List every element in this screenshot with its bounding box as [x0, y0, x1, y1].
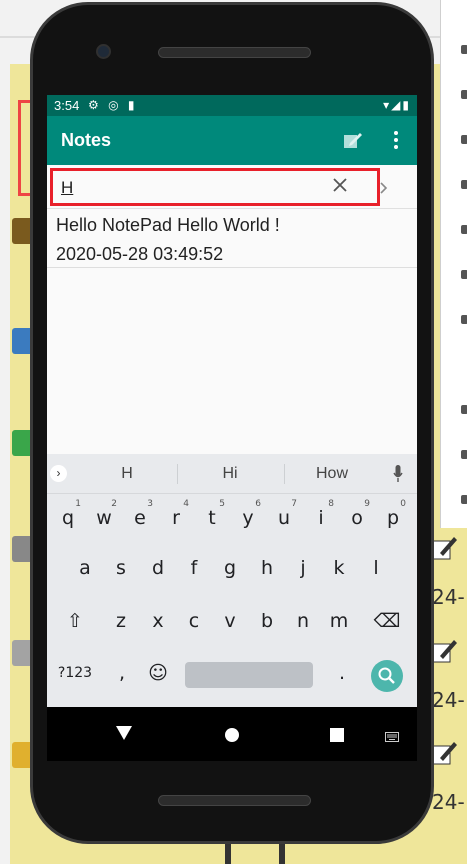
period-key[interactable]: . — [327, 651, 357, 695]
key-u-digit: 7 — [291, 499, 297, 509]
key-u[interactable]: u7 — [269, 496, 299, 540]
key-y-label: y — [242, 507, 254, 529]
search-bar: H — [47, 165, 417, 209]
background-side-panel — [440, 0, 467, 528]
back-icon[interactable] — [116, 726, 132, 740]
background-date-fragment: 24- — [432, 688, 465, 712]
key-o-digit: 9 — [364, 499, 370, 509]
key-i-digit: 8 — [328, 499, 334, 509]
suggestion-3[interactable]: How — [302, 465, 362, 483]
key-o[interactable]: o9 — [342, 496, 372, 540]
key-w[interactable]: w2 — [89, 496, 119, 540]
key-p[interactable]: p0 — [378, 496, 408, 540]
key-q[interactable]: q1 — [53, 496, 83, 540]
list-item[interactable]: Hello NotePad Hello World ! 2020-05-28 0… — [47, 209, 417, 268]
key-t-label: t — [208, 507, 216, 529]
key-z[interactable]: z — [106, 599, 136, 643]
key-r-label: r — [172, 507, 180, 529]
space-bar[interactable] — [185, 662, 313, 688]
key-o-label: o — [351, 507, 363, 529]
key-q-label: q — [61, 507, 75, 529]
key-h[interactable]: h — [252, 546, 282, 590]
phone-screen: 3:54 ⚙ ◎ ▮ ▾◢▮ Notes H Hello NotePad Hel… — [47, 95, 417, 761]
key-w-digit: 2 — [111, 499, 117, 509]
key-s[interactable]: s — [106, 546, 136, 590]
suggestion-strip: › H Hi How — [47, 454, 417, 494]
emoji-key[interactable]: ☺ — [143, 651, 173, 695]
key-q-digit: 1 — [75, 499, 81, 509]
background-date-fragment: 24- — [432, 585, 465, 609]
expand-suggestions-button[interactable]: › — [50, 465, 67, 482]
key-u-label: u — [277, 507, 291, 529]
background-red-frame — [18, 100, 30, 196]
key-l[interactable]: l — [361, 546, 391, 590]
status-bar: 3:54 ⚙ ◎ ▮ ▾◢▮ — [47, 95, 417, 116]
soft-keyboard: › H Hi How q1 w2 e3 r4 t5 y6 u7 i8 o9 p0… — [47, 454, 417, 707]
key-g[interactable]: g — [215, 546, 245, 590]
chevron-right-icon[interactable] — [380, 181, 388, 194]
status-signal-battery-icons: ▾◢▮ — [383, 98, 411, 112]
background-pen-icon — [430, 638, 458, 664]
note-date: 2020-05-28 03:49:52 — [56, 244, 224, 264]
key-d[interactable]: d — [143, 546, 173, 590]
note-title: Hello NotePad Hello World ! — [56, 215, 280, 235]
shift-key[interactable]: ⇧ — [60, 599, 90, 643]
key-p-label: p — [386, 507, 400, 529]
search-key[interactable] — [371, 660, 403, 692]
status-time: 3:54 — [54, 98, 80, 113]
key-x[interactable]: x — [143, 599, 173, 643]
background-date-fragment: 24- — [432, 790, 465, 814]
suggestion-divider — [177, 464, 178, 484]
key-w-label: w — [96, 507, 112, 529]
suggestion-divider — [284, 464, 285, 484]
earpiece-speaker — [158, 47, 311, 58]
app-title: Notes — [61, 130, 112, 150]
home-icon[interactable] — [225, 728, 239, 742]
suggestion-2[interactable]: Hi — [200, 465, 260, 483]
key-j[interactable]: j — [288, 546, 318, 590]
keyboard-switch-icon[interactable] — [385, 729, 399, 742]
key-n[interactable]: n — [288, 599, 318, 643]
background-pen-icon — [430, 535, 458, 561]
key-m[interactable]: m — [324, 599, 354, 643]
edit-icon[interactable] — [343, 131, 363, 149]
backspace-key[interactable]: ⌫ — [370, 599, 404, 643]
key-i-label: i — [318, 507, 324, 529]
recent-apps-icon[interactable] — [330, 728, 344, 742]
comma-key[interactable]: , — [107, 651, 137, 695]
navigation-bar — [47, 707, 417, 761]
key-p-digit: 0 — [400, 499, 406, 509]
search-icon — [378, 667, 395, 684]
key-a[interactable]: a — [70, 546, 100, 590]
key-r-digit: 4 — [183, 499, 189, 509]
key-e-label: e — [134, 507, 146, 529]
background-pen-icon — [430, 740, 458, 766]
bottom-speaker — [158, 795, 311, 806]
suggestion-1[interactable]: H — [97, 465, 157, 483]
mic-icon[interactable] — [393, 465, 403, 483]
key-y-digit: 6 — [255, 499, 261, 509]
more-vert-icon[interactable] — [387, 129, 405, 153]
key-k[interactable]: k — [324, 546, 354, 590]
search-highlight-box — [50, 168, 380, 206]
status-notification-icons: ⚙ ◎ ▮ — [88, 98, 138, 112]
key-v[interactable]: v — [215, 599, 245, 643]
app-bar: Notes — [47, 116, 417, 165]
key-c[interactable]: c — [179, 599, 209, 643]
front-camera — [96, 44, 111, 59]
key-t-digit: 5 — [219, 499, 225, 509]
key-e[interactable]: e3 — [125, 496, 155, 540]
key-f[interactable]: f — [179, 546, 209, 590]
symbols-key[interactable]: ?123 — [55, 651, 95, 695]
key-t[interactable]: t5 — [197, 496, 227, 540]
key-i[interactable]: i8 — [306, 496, 336, 540]
key-b[interactable]: b — [252, 599, 282, 643]
key-r[interactable]: r4 — [161, 496, 191, 540]
key-y[interactable]: y6 — [233, 496, 263, 540]
key-e-digit: 3 — [147, 499, 153, 509]
